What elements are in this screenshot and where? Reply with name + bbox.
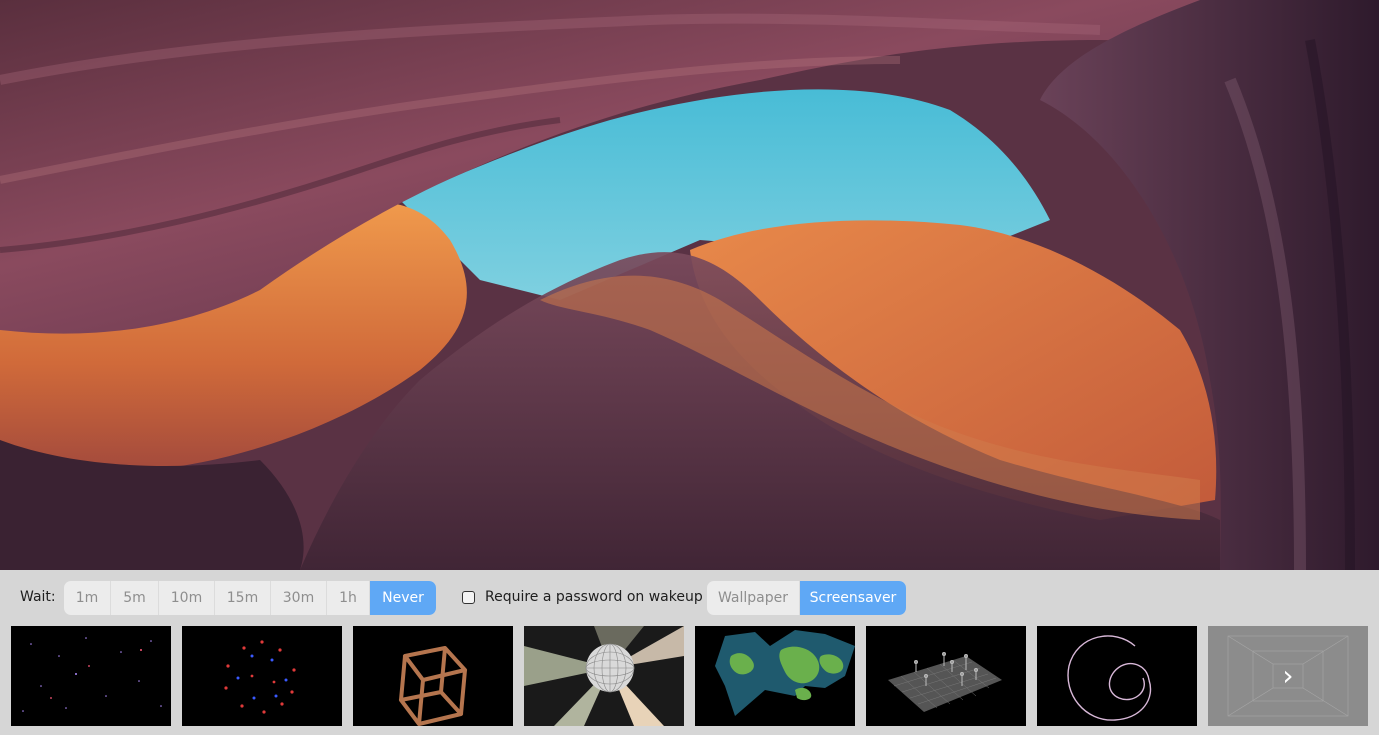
thumbnail-wireframe-cube[interactable] [353, 626, 513, 726]
wireframe-cube-icon [353, 626, 513, 726]
mode-option-screensaver[interactable]: Screensaver [800, 581, 906, 615]
wait-option-never[interactable]: Never [370, 581, 436, 615]
thumbnail-world-map[interactable] [695, 626, 855, 726]
wait-option-15m[interactable]: 15m [215, 581, 271, 615]
require-password-toggle[interactable]: Require a password on wakeup [462, 589, 703, 605]
thumbnail-starfield[interactable] [11, 626, 171, 726]
wait-option-1m[interactable]: 1m [64, 581, 111, 615]
password-label: Require a password on wakeup [485, 589, 703, 605]
thumbnail-disco-ball[interactable] [524, 626, 684, 726]
screensaver-thumbnails: › [0, 626, 1379, 726]
next-page-icon[interactable]: › [1278, 656, 1298, 696]
grid-plane-icon [866, 626, 1026, 726]
mode-option-wallpaper[interactable]: Wallpaper [707, 581, 800, 615]
wallpaper-preview [0, 0, 1379, 570]
spiral-curve-icon [1037, 626, 1197, 726]
canyon-wallpaper-image [0, 0, 1379, 570]
world-map-icon [695, 626, 855, 726]
wait-option-5m[interactable]: 5m [111, 581, 159, 615]
wait-option-30m[interactable]: 30m [271, 581, 327, 615]
wait-label: Wait: [20, 589, 56, 605]
thumbnail-grid-plane[interactable] [866, 626, 1026, 726]
thumbnail-next-page[interactable]: › [1208, 626, 1368, 726]
controls-row: Wait: 1m 5m 10m 15m 30m 1h Never Require… [0, 581, 1379, 615]
starfield-icon [11, 626, 171, 726]
particle-sphere-icon [182, 626, 342, 726]
wait-option-1h[interactable]: 1h [327, 581, 370, 615]
screensaver-control-bar: Wait: 1m 5m 10m 15m 30m 1h Never Require… [0, 570, 1379, 735]
password-checkbox[interactable] [462, 590, 475, 604]
wait-time-selector: 1m 5m 10m 15m 30m 1h Never [64, 581, 436, 615]
thumbnail-particle-sphere[interactable] [182, 626, 342, 726]
mode-selector: Wallpaper Screensaver [707, 581, 906, 615]
disco-ball-icon [524, 626, 684, 726]
wait-option-10m[interactable]: 10m [159, 581, 215, 615]
thumbnail-spiral-curve[interactable] [1037, 626, 1197, 726]
